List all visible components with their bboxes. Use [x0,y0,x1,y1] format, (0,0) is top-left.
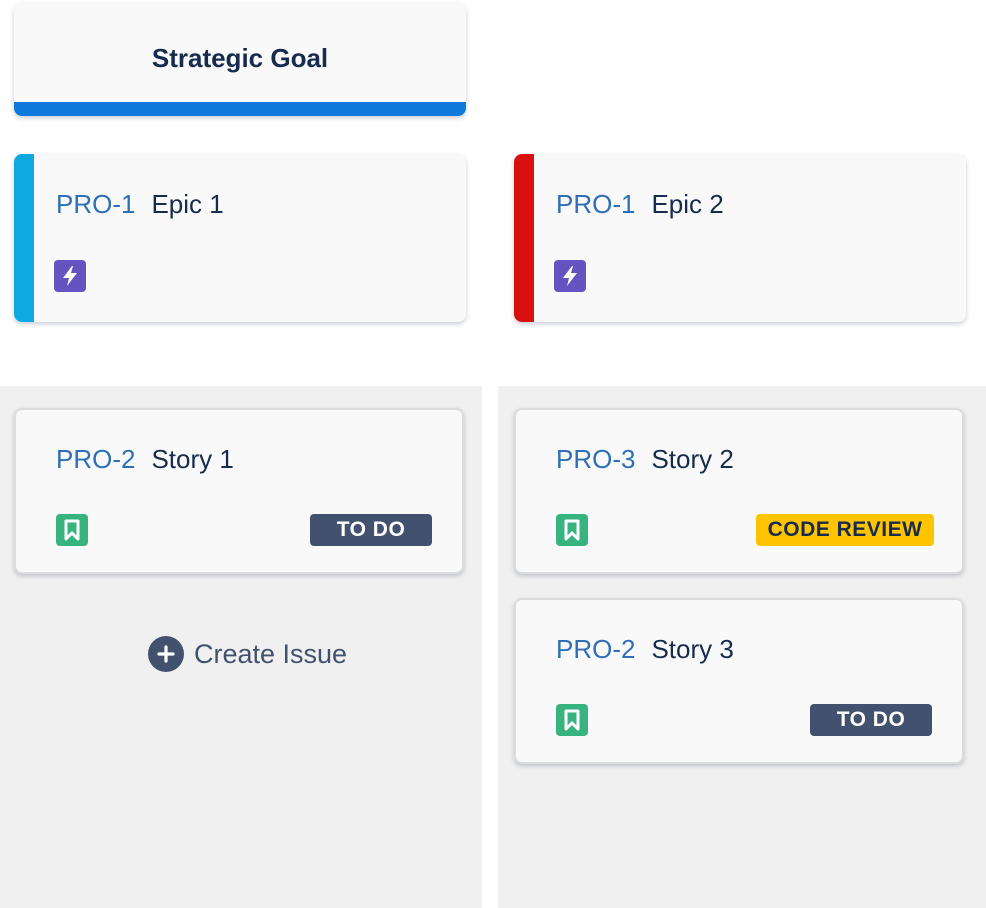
issue-summary: Epic 1 [151,189,224,219]
bookmark-icon [556,514,588,546]
create-issue-label: Create Issue [194,638,348,669]
issue-key-link[interactable]: PRO-2 [56,444,135,474]
lightning-icon [554,260,586,292]
status-badge[interactable]: TO DO [310,514,432,546]
issue-key-link[interactable]: PRO-1 [56,189,135,219]
story-title: PRO-2 Story 3 [556,634,734,665]
issue-summary: Story 2 [651,444,734,474]
story-card-3[interactable]: PRO-2 Story 3 TO DO [514,598,964,764]
epic-title: PRO-1 Epic 2 [556,189,724,220]
epic-title: PRO-1 Epic 1 [56,189,224,220]
issue-summary: Epic 2 [651,189,724,219]
strategic-goal-card[interactable]: Strategic Goal [14,3,466,116]
bookmark-icon [556,704,588,736]
story-card-2[interactable]: PRO-3 Story 2 CODE REVIEW [514,408,964,574]
status-badge[interactable]: CODE REVIEW [756,514,934,546]
issue-key-link[interactable]: PRO-2 [556,634,635,664]
epic-card-1[interactable]: PRO-1 Epic 1 [14,154,466,322]
create-issue-button[interactable]: Create Issue [148,636,347,672]
plus-circle-icon [148,636,184,672]
issue-key-link[interactable]: PRO-3 [556,444,635,474]
story-title: PRO-2 Story 1 [56,444,234,475]
epic-card-2[interactable]: PRO-1 Epic 2 [514,154,966,322]
issue-key-link[interactable]: PRO-1 [556,189,635,219]
goal-title: Strategic Goal [151,43,329,73]
story-title: PRO-3 Story 2 [556,444,734,475]
status-badge[interactable]: TO DO [810,704,932,736]
issue-summary: Story 1 [151,444,234,474]
issue-summary: Story 3 [651,634,734,664]
lightning-icon [54,260,86,292]
bookmark-icon [56,514,88,546]
epic-color-stripe [514,154,534,322]
epic-color-stripe [14,154,34,322]
story-card-1[interactable]: PRO-2 Story 1 TO DO [14,408,464,574]
